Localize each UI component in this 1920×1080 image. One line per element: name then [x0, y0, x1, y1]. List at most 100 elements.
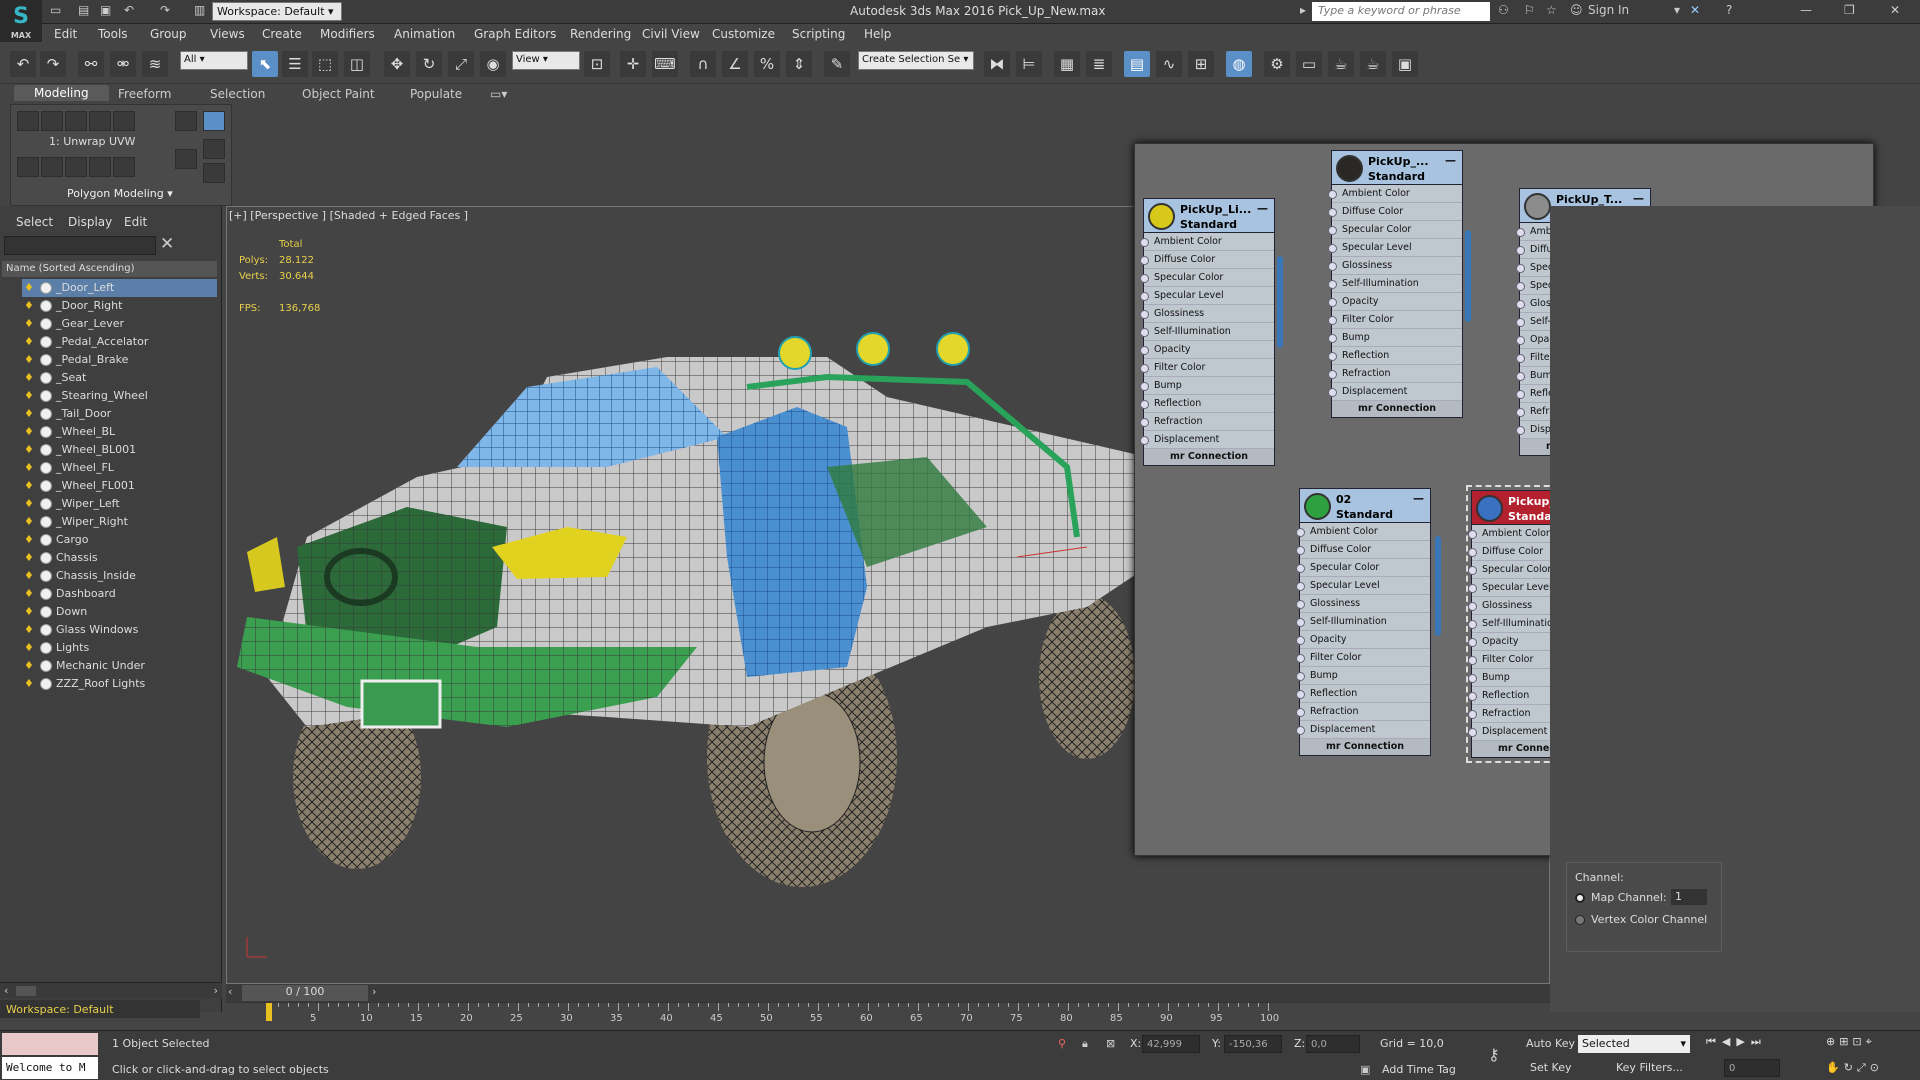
y-coordinate-field[interactable]: -150,36	[1224, 1035, 1282, 1053]
rendered-frame-window-icon[interactable]: ▭	[1296, 51, 1322, 77]
material-slot[interactable]: Ambient Color	[1140, 233, 1274, 251]
ribbon-side-icon-1[interactable]	[175, 111, 197, 131]
spinner-snap-icon[interactable]: ⇕	[786, 51, 812, 77]
light-bulb-icon[interactable]: ♦	[24, 515, 34, 528]
toggle-ribbon-icon[interactable]: ≣	[1086, 51, 1112, 77]
material-node[interactable]: PickUp_... Standard — Ambient Color Diffuse …	[1328, 150, 1463, 418]
visibility-icon[interactable]	[40, 678, 52, 690]
collapse-node-icon[interactable]: —	[1257, 201, 1268, 216]
material-node-header[interactable]: PickUp_... Standard —	[1332, 151, 1462, 185]
material-slot[interactable]: Specular Color	[1328, 221, 1462, 239]
material-slot[interactable]: Specular Level	[1328, 239, 1462, 257]
rotate-icon[interactable]: ↻	[416, 51, 442, 77]
window-crossing-icon[interactable]: ◫	[344, 51, 370, 77]
material-slot[interactable]: Diffuse Color	[1328, 203, 1462, 221]
light-bulb-icon[interactable]: ♦	[24, 353, 34, 366]
set-key-icon[interactable]: ⚷	[1488, 1045, 1500, 1064]
border-mode-icon[interactable]	[65, 111, 87, 131]
region-select-icon[interactable]: ⬚	[312, 51, 338, 77]
material-slot[interactable]: Bump	[1140, 377, 1274, 395]
scroll-left-icon[interactable]: ‹	[4, 984, 8, 997]
material-node-header[interactable]: 02 Standard —	[1300, 489, 1430, 523]
link-icon[interactable]: ⚯	[78, 51, 104, 77]
move-icon[interactable]: ✥	[384, 51, 410, 77]
light-bulb-icon[interactable]: ♦	[24, 569, 34, 582]
playback-controls[interactable]: ⏮◀▶⏭	[1706, 1035, 1767, 1049]
light-bulb-icon[interactable]: ♦	[24, 407, 34, 420]
time-slider-thumb[interactable]: 0 / 100	[242, 985, 368, 1001]
scene-object-item[interactable]: ♦ _Door_Right	[22, 297, 217, 315]
isolate-icon[interactable]: ⚲	[1058, 1037, 1066, 1050]
align-icon[interactable]: ⊨	[1016, 51, 1042, 77]
light-bulb-icon[interactable]: ♦	[24, 461, 34, 474]
material-slot[interactable]: Filter Color	[1296, 649, 1430, 667]
map-channel-radio[interactable]	[1575, 893, 1585, 903]
material-slot[interactable]: Displacement	[1140, 431, 1274, 449]
scene-tab-select[interactable]: Select	[16, 215, 53, 229]
material-slot[interactable]: Opacity	[1328, 293, 1462, 311]
add-time-tag[interactable]: Add Time Tag	[1382, 1063, 1456, 1076]
tab-selection[interactable]: Selection	[210, 87, 265, 101]
undo-icon[interactable]: ↶	[124, 3, 134, 17]
time-tag-icon[interactable]: ▣	[1360, 1063, 1370, 1076]
material-slot[interactable]: Refraction	[1296, 703, 1430, 721]
key-mode-dropdown[interactable]: Selected ▾	[1578, 1035, 1690, 1053]
material-slot[interactable]: Reflection	[1140, 395, 1274, 413]
collapse-node-icon[interactable]: —	[1413, 491, 1424, 506]
visibility-icon[interactable]	[40, 534, 52, 546]
scene-object-item[interactable]: ♦ Lights	[22, 639, 217, 657]
material-slot[interactable]: Self-Illumination	[1140, 323, 1274, 341]
scene-horizontal-scrollbar[interactable]: ‹ ›	[0, 982, 222, 998]
scene-object-item[interactable]: ♦ ZZZ_Roof Lights	[22, 675, 217, 693]
ribbon-side-icon-3[interactable]	[175, 149, 197, 169]
light-bulb-icon[interactable]: ♦	[24, 641, 34, 654]
material-slot[interactable]: Reflection	[1296, 685, 1430, 703]
absolute-mode-icon[interactable]: ⊠	[1106, 1037, 1115, 1050]
auto-key-button[interactable]: Auto Key	[1526, 1037, 1575, 1050]
sign-in-button[interactable]: Sign In	[1588, 3, 1629, 17]
search-input[interactable]: Type a keyword or phrase	[1312, 2, 1490, 21]
search-arrow-icon[interactable]: ▸	[1300, 3, 1306, 17]
x-coordinate-field[interactable]: 42,999	[1142, 1035, 1200, 1053]
scene-object-item[interactable]: ♦ Cargo	[22, 531, 217, 549]
visibility-icon[interactable]	[40, 660, 52, 672]
workspace-footer[interactable]: Workspace: Default	[0, 1000, 200, 1018]
material-slot[interactable]: Specular Level	[1296, 577, 1430, 595]
scroll-thumb[interactable]	[16, 986, 36, 996]
element-mode-icon[interactable]	[113, 111, 135, 131]
material-slot[interactable]: Ambient Color	[1296, 523, 1430, 541]
reference-coordinate-dropdown[interactable]: View ▾	[512, 51, 580, 70]
edge-mode-icon[interactable]	[41, 111, 63, 131]
material-slot[interactable]: Displacement	[1296, 721, 1430, 739]
material-slot[interactable]: Bump	[1328, 329, 1462, 347]
communication-icon[interactable]: ⚐	[1524, 3, 1535, 17]
scene-object-item[interactable]: ♦ _Wheel_BL001	[22, 441, 217, 459]
visibility-icon[interactable]	[40, 498, 52, 510]
scene-explorer-icon[interactable]: ▤	[1124, 51, 1150, 77]
minimize-icon[interactable]: —	[1800, 3, 1812, 17]
exchange-icon[interactable]: ✕	[1690, 3, 1700, 17]
redo-icon[interactable]: ↷	[40, 51, 66, 77]
light-bulb-icon[interactable]: ♦	[24, 299, 34, 312]
visibility-icon[interactable]	[40, 408, 52, 420]
scene-list-header[interactable]: Name (Sorted Ascending)	[2, 261, 217, 277]
visibility-icon[interactable]	[40, 480, 52, 492]
menu-scripting[interactable]: Scripting	[792, 27, 845, 41]
material-slot[interactable]: Filter Color	[1328, 311, 1462, 329]
menu-edit[interactable]: Edit	[54, 27, 77, 41]
polygon-mode-icon[interactable]	[89, 111, 111, 131]
scene-object-item[interactable]: ♦ _Pedal_Accelator	[22, 333, 217, 351]
select-object-icon[interactable]: ⬉	[252, 51, 278, 77]
maxscript-listener[interactable]	[2, 1033, 98, 1055]
open-file-icon[interactable]: ▤	[78, 3, 89, 17]
menu-graph-editors[interactable]: Graph Editors	[474, 27, 556, 41]
time-slider[interactable]: ‹ 0 / 100 ›	[226, 984, 1550, 1002]
visibility-icon[interactable]	[40, 606, 52, 618]
scene-object-item[interactable]: ♦ _Tail_Door	[22, 405, 217, 423]
ribbon-side-icon-2[interactable]	[203, 111, 225, 131]
map-channel-spinner[interactable]: 1	[1671, 889, 1707, 905]
material-node[interactable]: 02 Standard — Ambient Color Diffuse Color Spe…	[1296, 488, 1431, 756]
tab-object-paint[interactable]: Object Paint	[302, 87, 375, 101]
scroll-right-icon[interactable]: ›	[214, 984, 218, 997]
material-slot[interactable]: Bump	[1296, 667, 1430, 685]
